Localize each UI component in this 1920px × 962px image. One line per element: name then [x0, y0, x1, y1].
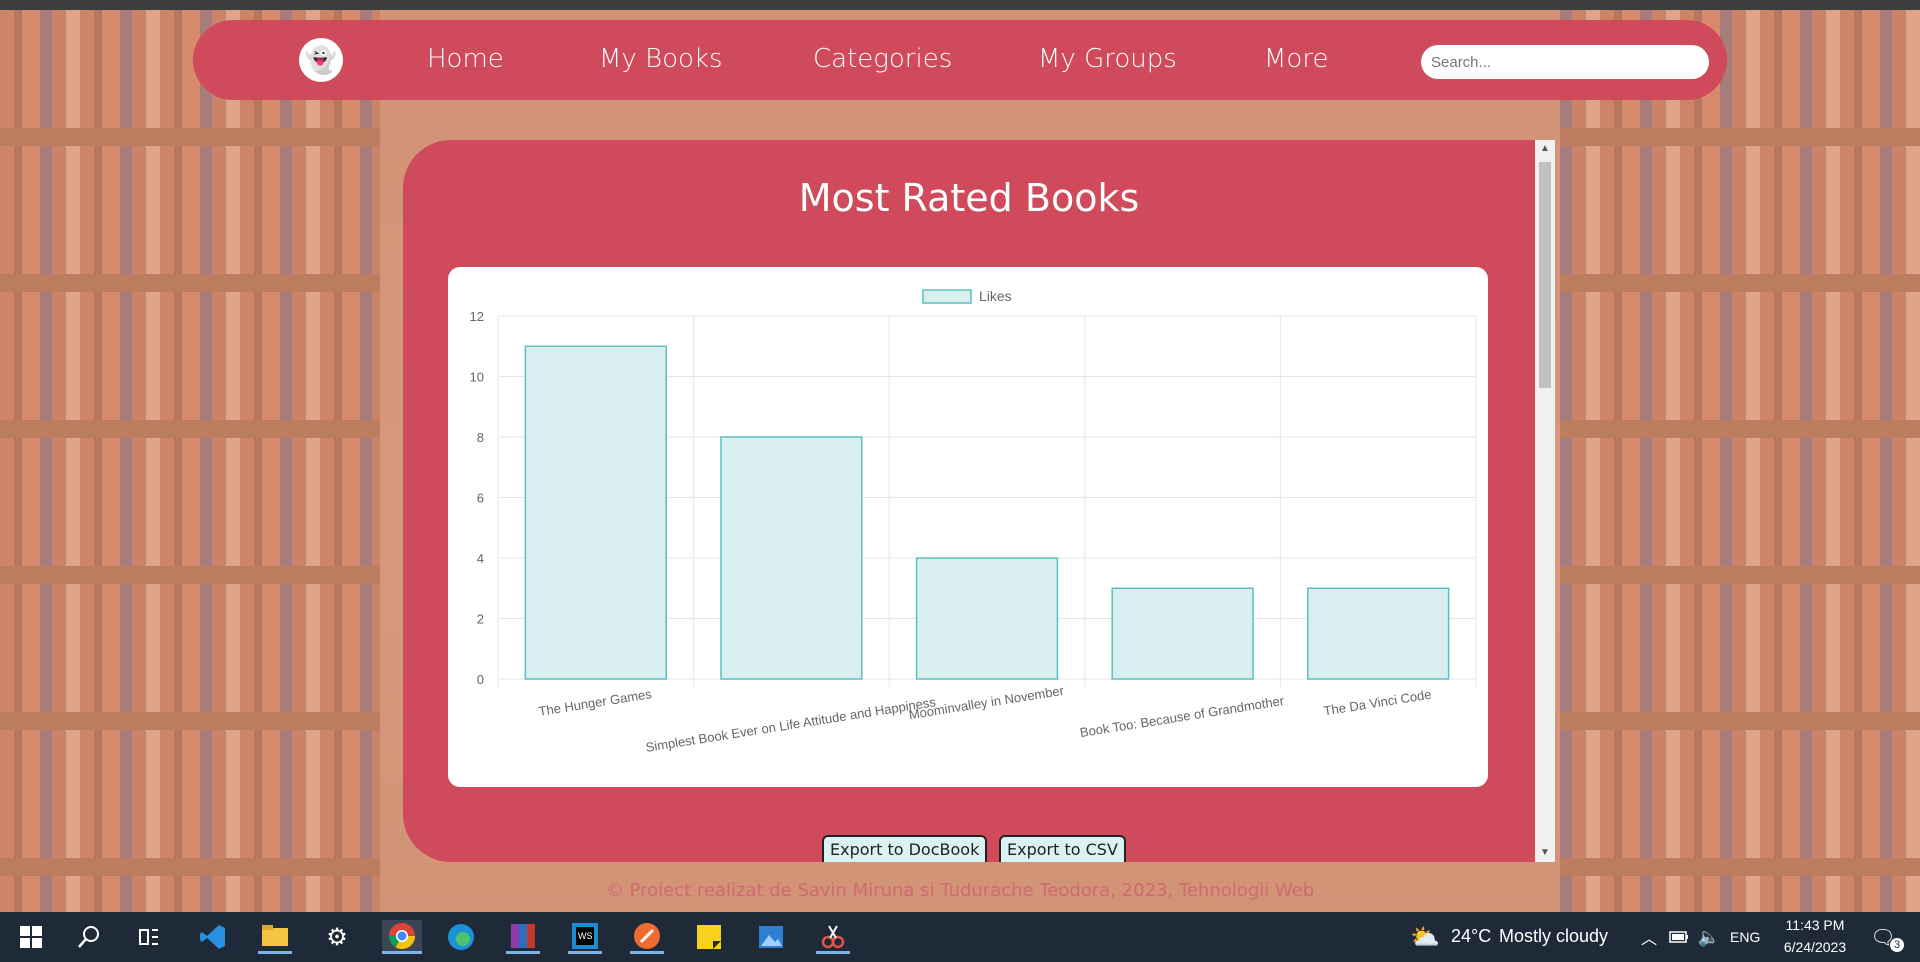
chrome-icon[interactable]	[382, 920, 422, 954]
page-title: Most Rated Books	[798, 176, 1140, 220]
weather-temperature[interactable]: 24°C	[1451, 926, 1491, 947]
windows-start-icon[interactable]	[14, 920, 48, 954]
language-indicator[interactable]: ENG	[1730, 929, 1760, 945]
y-tick-label: 12	[470, 309, 484, 324]
search-icon[interactable]	[72, 920, 106, 954]
y-tick-label: 2	[477, 612, 484, 627]
bar	[1111, 587, 1254, 680]
clock-time[interactable]: 11:43 PM	[1770, 917, 1860, 933]
browser-top-strip	[0, 0, 1920, 10]
search-input[interactable]	[1421, 45, 1709, 79]
ghost-logo-icon[interactable]: 👻	[299, 38, 343, 82]
edge-icon[interactable]	[444, 920, 478, 954]
x-tick-label: The Hunger Games	[538, 686, 654, 719]
weather-cloud-icon[interactable]: ⛅	[1408, 920, 1442, 954]
photos-icon[interactable]	[754, 920, 788, 954]
battery-icon[interactable]	[1662, 920, 1696, 954]
y-tick-label: 4	[477, 551, 484, 566]
scroll-down-icon[interactable]: ▼	[1535, 844, 1555, 862]
bar	[720, 436, 863, 680]
y-tick-label: 0	[477, 672, 484, 687]
scrollbar-thumb[interactable]	[1539, 162, 1551, 388]
vertical-scrollbar[interactable]: ▲ ▼	[1535, 140, 1555, 862]
x-tick-label: The Da Vinci Code	[1323, 687, 1433, 719]
legend-swatch	[922, 289, 972, 304]
y-tick-label: 10	[470, 370, 484, 385]
notification-count-badge: 3	[1890, 938, 1904, 952]
winrar-icon[interactable]	[506, 920, 540, 954]
nav-my-groups[interactable]: My Groups	[1038, 44, 1177, 74]
chevron-up-icon[interactable]: ︿	[1632, 920, 1666, 954]
sticky-notes-icon[interactable]	[692, 920, 726, 954]
snipping-tool-icon[interactable]	[816, 920, 850, 954]
clock-date[interactable]: 6/24/2023	[1770, 939, 1860, 955]
settings-gear-icon[interactable]: ⚙	[320, 920, 354, 954]
postman-icon[interactable]	[630, 920, 664, 954]
bar	[1307, 587, 1450, 680]
volume-icon[interactable]: 🔈	[1692, 920, 1726, 954]
x-tick-label: Simplest Book Ever on Life Attitude and …	[645, 694, 938, 755]
nav-my-books[interactable]: My Books	[599, 44, 723, 74]
bar-chart: Likes 0 2 4 6 8 10 12 The Hunger GamesSimplest B…	[470, 288, 1477, 755]
footer-credits: © Proiect realizat de Savin Miruna si Tu…	[605, 880, 1315, 901]
webstorm-icon[interactable]: WS	[568, 920, 602, 954]
scroll-up-icon[interactable]: ▲	[1535, 140, 1555, 158]
svg-text:WS: WS	[578, 931, 593, 941]
nav-more[interactable]: More	[1264, 44, 1328, 74]
x-tick-label: Book Too: Because of Grandmother	[1079, 693, 1286, 740]
file-explorer-icon[interactable]	[258, 920, 292, 954]
chart-card: Likes 0 2 4 6 8 10 12 The Hunger Games Simplest B…	[448, 267, 1488, 787]
bar	[524, 345, 667, 680]
export-csv-button[interactable]: Export to CSV	[999, 835, 1126, 862]
legend-label: Likes	[979, 288, 1012, 304]
y-tick-label: 8	[477, 430, 484, 445]
export-docbook-button[interactable]: Export to DocBook	[822, 835, 988, 862]
bar	[915, 557, 1059, 680]
nav-home[interactable]: Home	[427, 44, 504, 74]
vscode-icon[interactable]	[196, 920, 230, 954]
task-view-icon[interactable]	[132, 920, 166, 954]
nav-categories[interactable]: Categories	[813, 44, 952, 74]
navbar: 👻 Home My Books Categories My Groups Mor…	[193, 20, 1727, 100]
weather-description[interactable]: Mostly cloudy	[1499, 926, 1608, 947]
main-panel: Most Rated Books Likes 0 2 4 6 8 10 12 The Hunge…	[403, 140, 1535, 862]
y-tick-label: 6	[477, 491, 484, 506]
taskbar: ⚙ WS ⛅ 24°C Mostly cloudy ︿ 🔈 ENG 11:43 …	[0, 912, 1920, 962]
